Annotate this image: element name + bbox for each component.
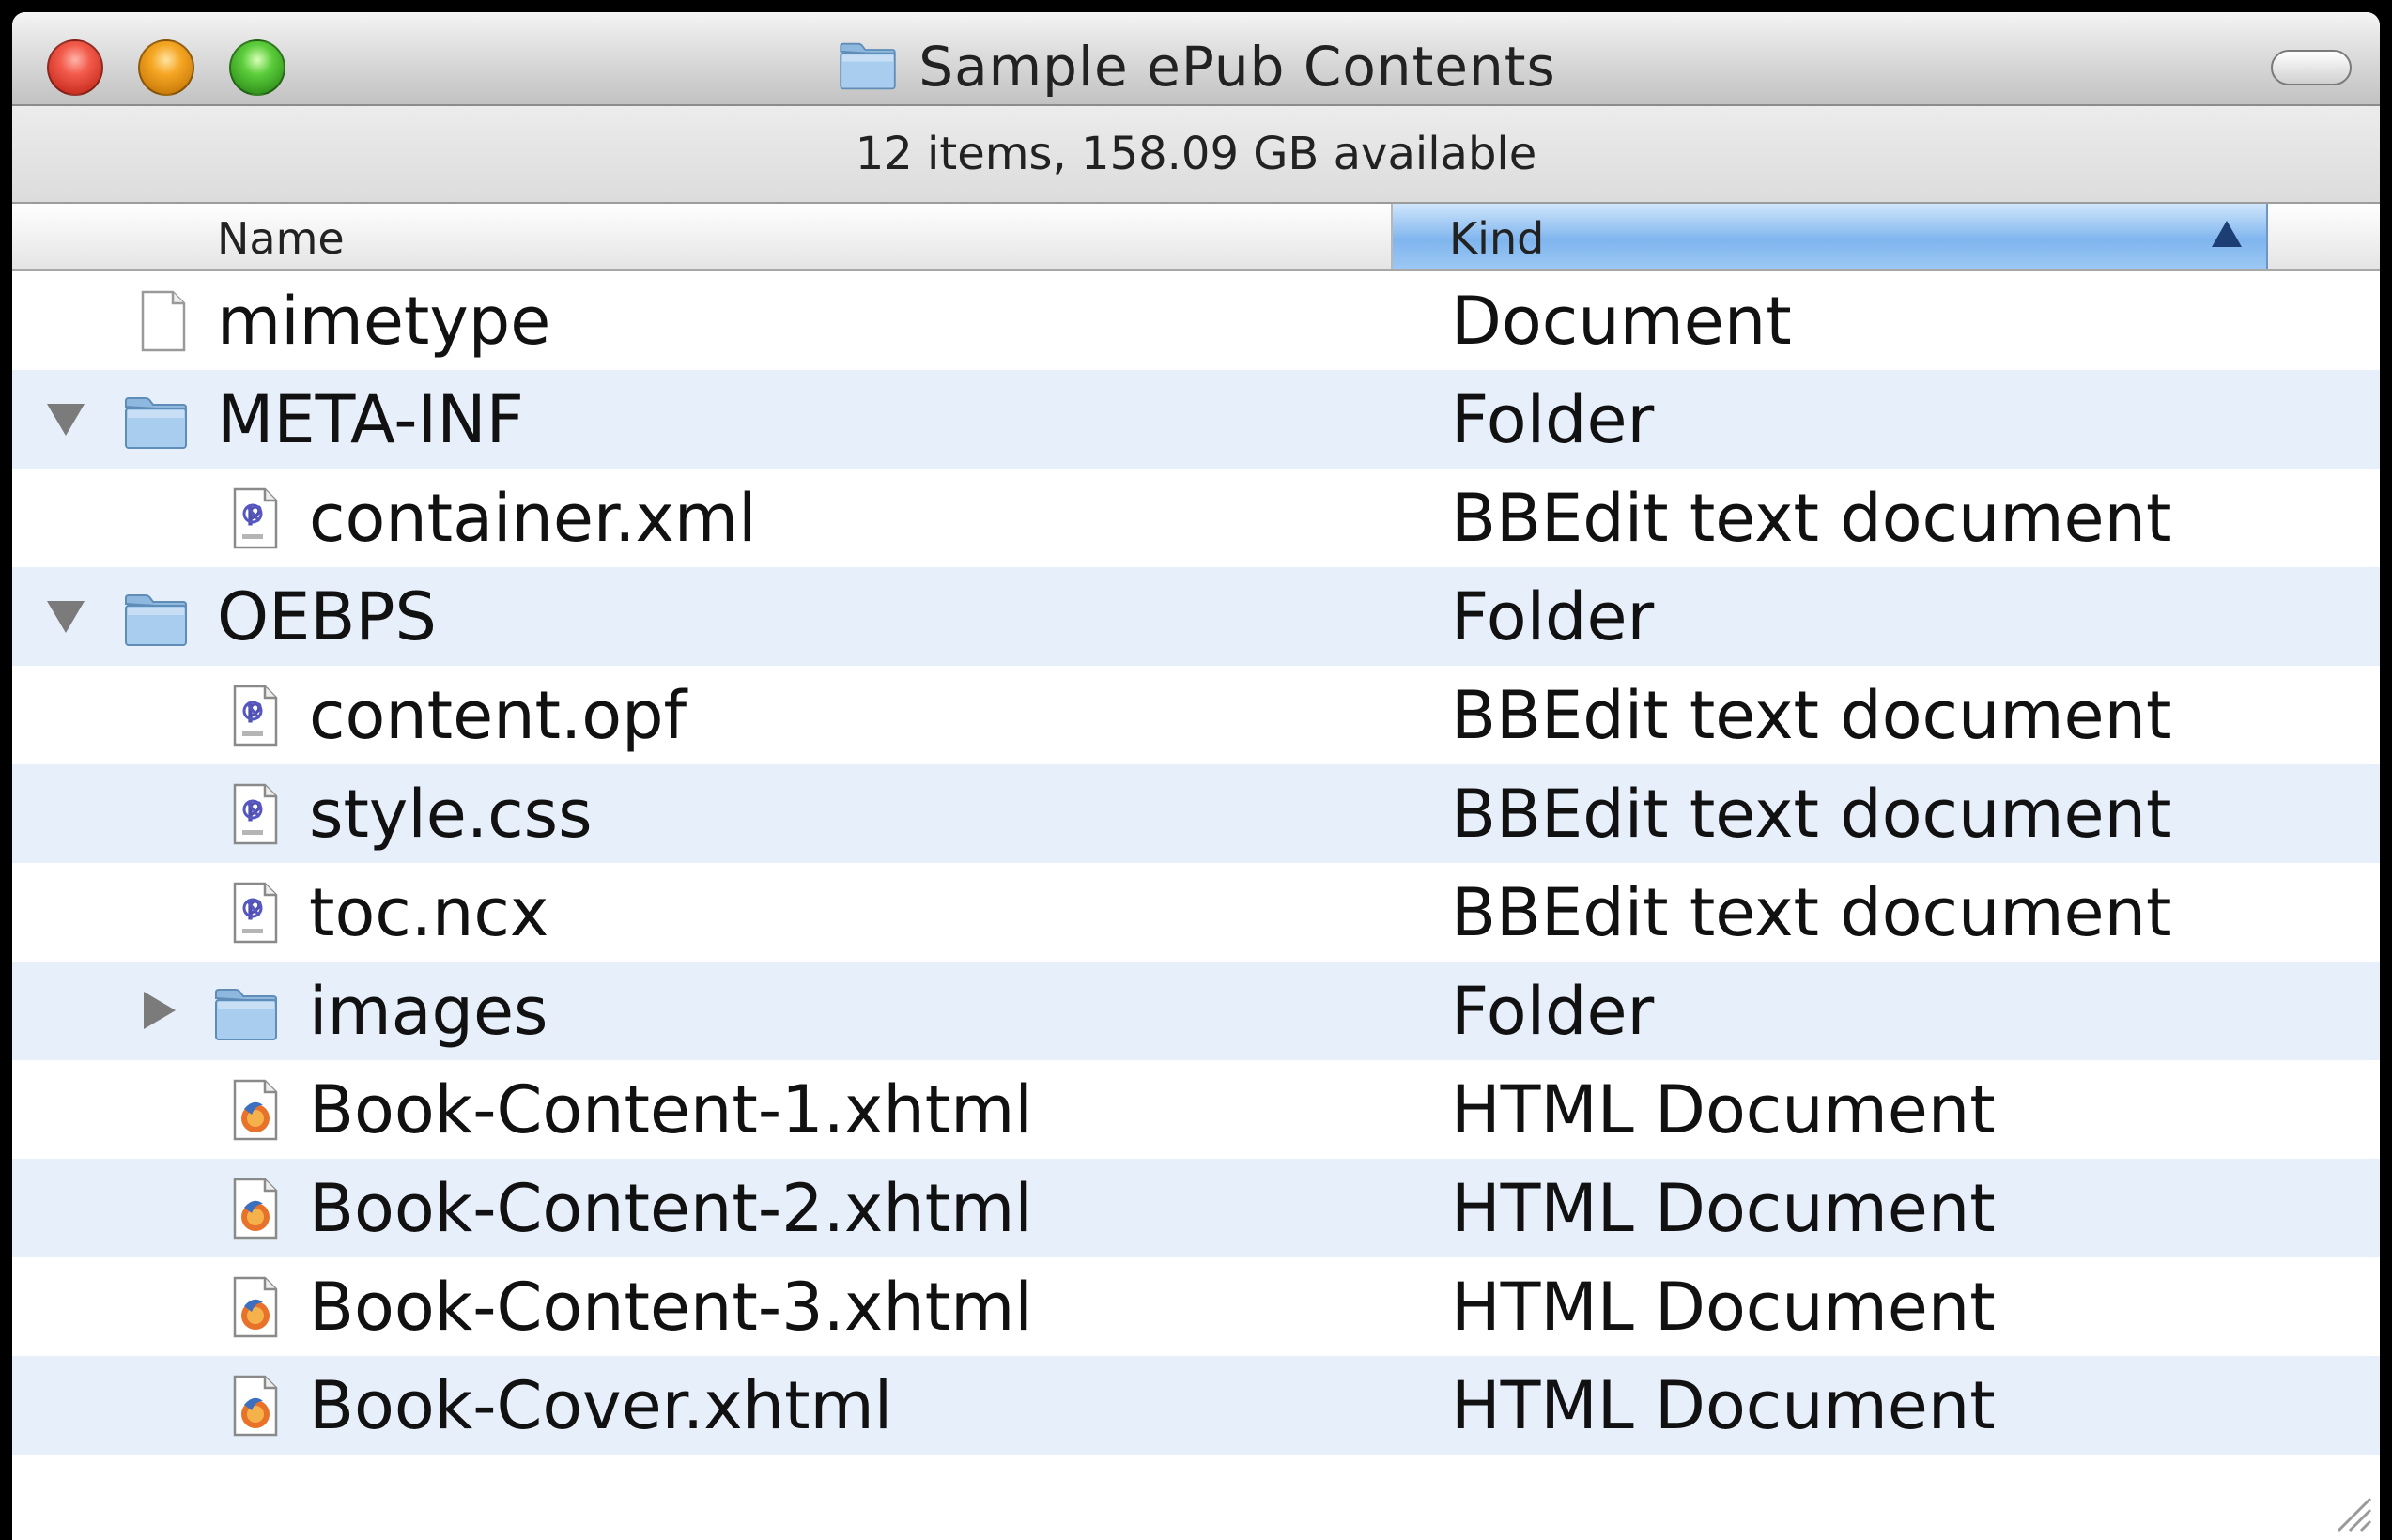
list-item[interactable]: Book-Content-3.xhtml HTML Document: [12, 1257, 2380, 1356]
file-name: Book-Cover.xhtml: [309, 1367, 893, 1444]
window-title-group: Sample ePub Contents: [12, 35, 2380, 99]
html-document-icon: [222, 1176, 287, 1241]
resize-grip-icon[interactable]: [2329, 1489, 2374, 1534]
file-name: OEBPS: [217, 578, 437, 655]
html-document-icon: [222, 1373, 287, 1439]
list-item[interactable]: Book-Cover.xhtml HTML Document: [12, 1356, 2380, 1455]
status-text: 12 items, 158.09 GB available: [855, 128, 1537, 180]
disclosure-triangle-collapsed-icon[interactable]: [144, 992, 176, 1029]
list-item[interactable]: images Folder: [12, 962, 2380, 1060]
file-name: style.css: [309, 776, 593, 853]
file-kind: Folder: [1451, 973, 1655, 1050]
list-item[interactable]: Book-Content-2.xhtml HTML Document: [12, 1159, 2380, 1257]
file-kind: HTML Document: [1451, 1071, 1996, 1148]
column-header-name-label: Name: [217, 213, 345, 264]
bbedit-document-icon: [222, 880, 287, 946]
disclosure-triangle-expanded-icon[interactable]: [47, 404, 85, 436]
html-document-icon: [222, 1274, 287, 1340]
file-kind: Document: [1451, 283, 1792, 360]
column-header: Name Kind: [12, 204, 2380, 271]
file-name: Book-Content-1.xhtml: [309, 1071, 1033, 1148]
column-header-kind[interactable]: Kind: [1393, 204, 2268, 270]
list-item[interactable]: container.xml BBEdit text document: [12, 469, 2380, 567]
file-kind: HTML Document: [1451, 1170, 1996, 1247]
list-item[interactable]: OEBPS Folder: [12, 567, 2380, 666]
list-item[interactable]: content.opf BBEdit text document: [12, 666, 2380, 764]
list-item[interactable]: META-INF Folder: [12, 370, 2380, 469]
file-list: mimetype Document META-INF Folder contai…: [12, 271, 2380, 1455]
file-name: images: [309, 973, 548, 1050]
document-icon: [130, 288, 195, 354]
toolbar-toggle-button[interactable]: [2271, 50, 2352, 85]
sort-ascending-icon: [2212, 221, 2242, 247]
html-document-icon: [222, 1077, 287, 1143]
file-kind: BBEdit text document: [1451, 480, 2172, 557]
file-name: Book-Content-2.xhtml: [309, 1170, 1033, 1247]
bbedit-document-icon: [222, 781, 287, 847]
folder-icon: [213, 982, 279, 1048]
file-name: Book-Content-3.xhtml: [309, 1269, 1033, 1346]
finder-window: Sample ePub Contents 12 items, 158.09 GB…: [12, 12, 2380, 1540]
folder-icon: [123, 588, 189, 654]
file-name: container.xml: [309, 480, 757, 557]
list-item[interactable]: Book-Content-1.xhtml HTML Document: [12, 1060, 2380, 1159]
file-name: content.opf: [309, 677, 687, 754]
bbedit-document-icon: [222, 683, 287, 748]
folder-icon: [836, 41, 900, 92]
file-kind: BBEdit text document: [1451, 776, 2172, 853]
bbedit-document-icon: [222, 485, 287, 551]
disclosure-triangle-expanded-icon[interactable]: [47, 601, 85, 633]
file-kind: HTML Document: [1451, 1367, 1996, 1444]
file-kind: Folder: [1451, 381, 1655, 458]
list-item[interactable]: style.css BBEdit text document: [12, 764, 2380, 863]
list-item[interactable]: mimetype Document: [12, 271, 2380, 370]
window-title: Sample ePub Contents: [918, 35, 1556, 99]
file-name: META-INF: [217, 381, 524, 458]
file-kind: HTML Document: [1451, 1269, 1996, 1346]
file-name: mimetype: [217, 283, 551, 360]
column-header-kind-label: Kind: [1449, 213, 1545, 264]
title-bar[interactable]: Sample ePub Contents: [12, 12, 2380, 106]
file-kind: Folder: [1451, 578, 1655, 655]
status-bar: 12 items, 158.09 GB available: [12, 106, 2380, 204]
file-name: toc.ncx: [309, 874, 549, 951]
column-header-spacer: [2268, 204, 2380, 270]
file-kind: BBEdit text document: [1451, 677, 2172, 754]
column-header-name[interactable]: Name: [12, 204, 1393, 270]
file-kind: BBEdit text document: [1451, 874, 2172, 951]
folder-icon: [123, 391, 189, 456]
list-item[interactable]: toc.ncx BBEdit text document: [12, 863, 2380, 962]
